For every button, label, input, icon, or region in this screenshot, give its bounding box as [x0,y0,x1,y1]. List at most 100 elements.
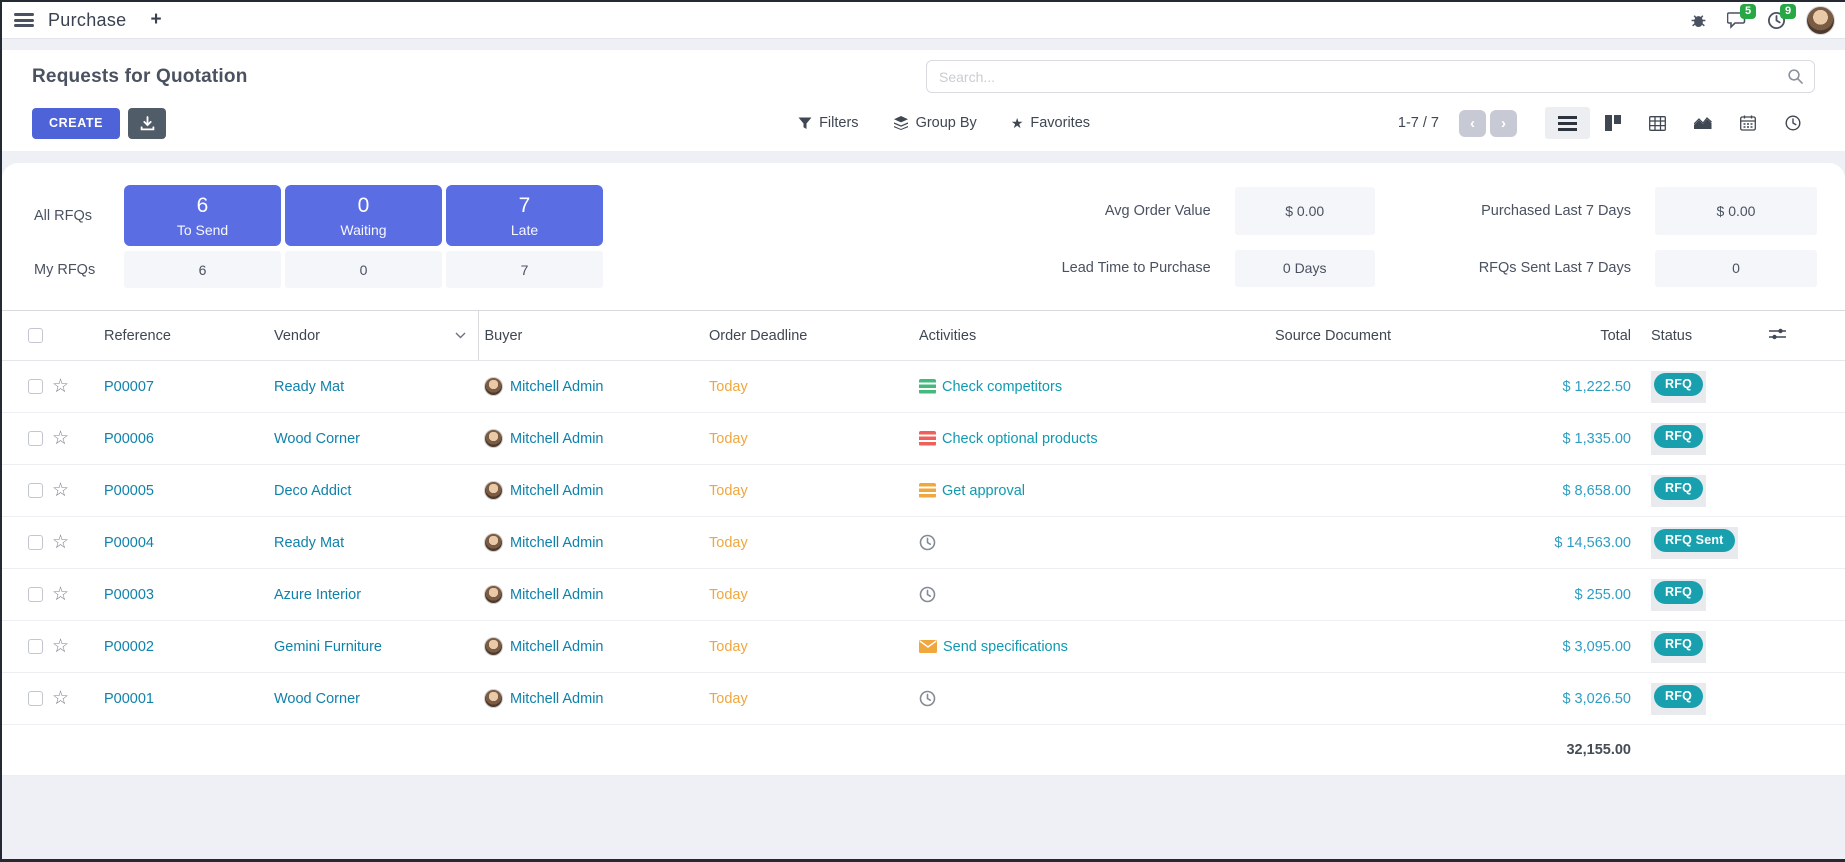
buyer-name[interactable]: Mitchell Admin [510,587,603,603]
row-checkbox[interactable] [28,379,43,394]
column-header-vendor[interactable]: Vendor [268,311,478,361]
activity-cell[interactable] [919,690,1237,707]
vendor-link[interactable]: Wood Corner [274,431,360,447]
my-to-send-value[interactable]: 6 [124,251,281,288]
calendar-view-button[interactable] [1725,107,1770,139]
column-header-activities[interactable]: Activities [913,311,1243,361]
search-icon[interactable] [1787,68,1804,85]
column-header-source-document[interactable]: Source Document [1243,311,1463,361]
messages-icon[interactable]: 5 [1727,11,1747,29]
pager-previous-button[interactable]: ‹ [1459,110,1486,137]
table-row[interactable]: ☆ P00002 Gemini Furniture Mitchell Admin… [2,621,1845,673]
group-by-button[interactable]: Group By [893,115,977,131]
order-deadline[interactable]: Today [709,379,748,395]
favorite-star-icon[interactable]: ☆ [52,688,69,709]
my-late-value[interactable]: 7 [446,251,603,288]
column-header-order-deadline[interactable]: Order Deadline [703,311,913,361]
buyer-name[interactable]: Mitchell Admin [510,483,603,499]
table-row[interactable]: ☆ P00007 Ready Mat Mitchell Admin Today … [2,361,1845,413]
buyer-name[interactable]: Mitchell Admin [510,535,603,551]
plus-icon[interactable]: + [150,9,161,31]
activity-view-button[interactable] [1770,107,1815,139]
select-all-checkbox[interactable] [28,328,43,343]
activity-cell[interactable]: Check competitors [919,379,1237,395]
reference-link[interactable]: P00001 [104,691,154,707]
reference-link[interactable]: P00006 [104,431,154,447]
all-rfqs-label[interactable]: All RFQs [34,208,120,224]
vendor-link[interactable]: Gemini Furniture [274,639,382,655]
vendor-link[interactable]: Wood Corner [274,691,360,707]
waiting-button[interactable]: 0 Waiting [285,185,442,246]
favorite-star-icon[interactable]: ☆ [52,584,69,605]
order-deadline[interactable]: Today [709,431,748,447]
table-row[interactable]: ☆ P00003 Azure Interior Mitchell Admin T… [2,569,1845,621]
favorite-star-icon[interactable]: ☆ [52,376,69,397]
table-row[interactable]: ☆ P00005 Deco Addict Mitchell Admin Toda… [2,465,1845,517]
vendor-link[interactable]: Ready Mat [274,535,344,551]
row-checkbox[interactable] [28,431,43,446]
export-button[interactable] [128,108,166,139]
pivot-view-button[interactable] [1635,107,1680,139]
late-button[interactable]: 7 Late [446,185,603,246]
my-rfqs-label[interactable]: My RFQs [34,262,120,278]
column-header-reference[interactable]: Reference [98,311,268,361]
buyer-name[interactable]: Mitchell Admin [510,639,603,655]
activities-clock-icon[interactable]: 9 [1767,11,1786,30]
reference-link[interactable]: P00002 [104,639,154,655]
favorites-button[interactable]: ★ Favorites [1011,115,1090,132]
activity-cell[interactable]: Check optional products [919,431,1237,447]
list-view-button[interactable] [1545,107,1590,139]
activity-summary[interactable]: Check optional products [942,431,1098,447]
activity-cell[interactable]: Send specifications [919,639,1237,655]
optional-columns-icon[interactable] [1769,327,1786,341]
user-avatar[interactable] [1806,6,1835,35]
filters-button[interactable]: Filters [798,115,858,131]
row-checkbox[interactable] [28,691,43,706]
reference-link[interactable]: P00003 [104,587,154,603]
kanban-view-button[interactable] [1590,107,1635,139]
column-header-buyer[interactable]: Buyer [478,311,703,361]
activity-summary[interactable]: Get approval [942,483,1025,499]
reference-link[interactable]: P00007 [104,379,154,395]
order-deadline[interactable]: Today [709,535,748,551]
row-checkbox[interactable] [28,639,43,654]
row-checkbox[interactable] [28,535,43,550]
favorite-star-icon[interactable]: ☆ [52,636,69,657]
favorite-star-icon[interactable]: ☆ [52,428,69,449]
order-deadline[interactable]: Today [709,483,748,499]
row-checkbox[interactable] [28,587,43,602]
activity-cell[interactable]: Get approval [919,483,1237,499]
buyer-name[interactable]: Mitchell Admin [510,691,603,707]
activity-cell[interactable] [919,534,1237,551]
column-header-total[interactable]: Total [1463,311,1643,361]
search-box[interactable] [926,60,1815,93]
order-deadline[interactable]: Today [709,691,748,707]
order-deadline[interactable]: Today [709,639,748,655]
graph-view-button[interactable] [1680,107,1725,139]
favorite-star-icon[interactable]: ☆ [52,532,69,553]
apps-menu-icon[interactable] [14,13,34,27]
vendor-link[interactable]: Azure Interior [274,587,361,603]
my-waiting-value[interactable]: 0 [285,251,442,288]
row-checkbox[interactable] [28,483,43,498]
order-deadline[interactable]: Today [709,587,748,603]
buyer-name[interactable]: Mitchell Admin [510,379,603,395]
activity-summary[interactable]: Send specifications [943,639,1068,655]
reference-link[interactable]: P00004 [104,535,154,551]
vendor-link[interactable]: Ready Mat [274,379,344,395]
column-header-status[interactable]: Status [1643,311,1763,361]
buyer-name[interactable]: Mitchell Admin [510,431,603,447]
table-row[interactable]: ☆ P00004 Ready Mat Mitchell Admin Today [2,517,1845,569]
favorite-star-icon[interactable]: ☆ [52,480,69,501]
table-row[interactable]: ☆ P00006 Wood Corner Mitchell Admin Toda… [2,413,1845,465]
activity-summary[interactable]: Check competitors [942,379,1062,395]
table-row[interactable]: ☆ P00001 Wood Corner Mitchell Admin Toda… [2,673,1845,725]
create-button[interactable]: CREATE [32,108,120,139]
pager-next-button[interactable]: › [1490,110,1517,137]
to-send-button[interactable]: 6 To Send [124,185,281,246]
search-input[interactable] [939,69,1787,85]
vendor-link[interactable]: Deco Addict [274,483,351,499]
sort-caret-icon[interactable] [455,332,466,339]
debug-bug-icon[interactable] [1690,12,1707,29]
activity-cell[interactable] [919,586,1237,603]
